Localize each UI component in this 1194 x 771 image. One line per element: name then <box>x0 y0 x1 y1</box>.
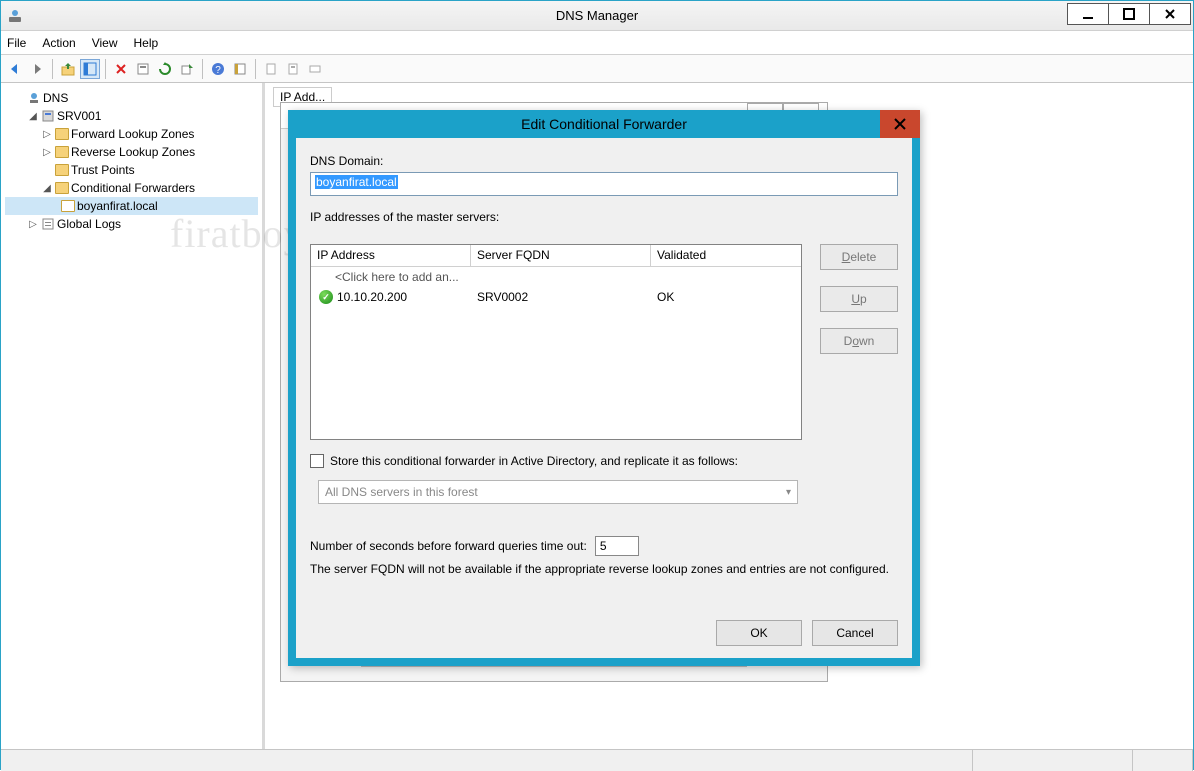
misc-icon-1[interactable] <box>261 59 281 79</box>
masters-label: IP addresses of the master servers: <box>310 210 898 224</box>
tree-server[interactable]: ◢ SRV001 <box>5 107 258 125</box>
cell-fqdn: SRV0002 <box>471 288 651 306</box>
refresh-icon[interactable] <box>155 59 175 79</box>
dialog-titlebar: Edit Conditional Forwarder <box>288 110 920 138</box>
tree-conditional-forwarders[interactable]: ◢ Conditional Forwarders <box>5 179 258 197</box>
tree-label: Reverse Lookup Zones <box>71 145 195 159</box>
show-hide-tree-icon[interactable] <box>80 59 100 79</box>
grid-data-row[interactable]: 10.10.20.200 SRV0002 OK <box>311 287 801 307</box>
filter-icon[interactable] <box>230 59 250 79</box>
window-title: DNS Manager <box>1 8 1193 23</box>
dialog-title: Edit Conditional Forwarder <box>521 116 687 132</box>
tree-label: Trust Points <box>71 163 135 177</box>
window-controls <box>1068 3 1191 25</box>
properties-icon[interactable] <box>133 59 153 79</box>
tree-label: Global Logs <box>57 217 121 231</box>
tree-cf-boyanfirat[interactable]: boyanfirat.local <box>5 197 258 215</box>
col-fqdn[interactable]: Server FQDN <box>471 245 651 266</box>
col-val[interactable]: Validated <box>651 245 801 266</box>
minimize-button[interactable] <box>1067 3 1109 25</box>
delete-button[interactable]: Delete <box>820 244 898 270</box>
masters-grid[interactable]: IP Address Server FQDN Validated <Click … <box>310 244 802 440</box>
store-in-ad-row[interactable]: Store this conditional forwarder in Acti… <box>310 454 738 468</box>
close-button[interactable] <box>1149 3 1191 25</box>
dns-domain-label: DNS Domain: <box>310 154 898 168</box>
forward-icon[interactable] <box>27 59 47 79</box>
tree-flz[interactable]: ▷ Forward Lookup Zones <box>5 125 258 143</box>
tree-rlz[interactable]: ▷ Reverse Lookup Zones <box>5 143 258 161</box>
misc-icon-2[interactable] <box>283 59 303 79</box>
menu-help[interactable]: Help <box>134 36 159 50</box>
help-icon[interactable]: ? <box>208 59 228 79</box>
timeout-label: Number of seconds before forward queries… <box>310 539 587 553</box>
tree-label: Conditional Forwarders <box>71 181 195 195</box>
toolbar: ? <box>1 55 1193 83</box>
dialog-close-button[interactable] <box>880 110 920 138</box>
up-button[interactable]: Up <box>820 286 898 312</box>
click-to-add[interactable]: <Click here to add an... <box>311 268 471 286</box>
chevron-down-icon: ▾ <box>786 487 791 498</box>
store-in-ad-checkbox[interactable] <box>310 454 324 468</box>
store-in-ad-label: Store this conditional forwarder in Acti… <box>330 454 738 468</box>
tree-global-logs[interactable]: ▷ Global Logs <box>5 215 258 233</box>
col-ip[interactable]: IP Address <box>311 245 471 266</box>
misc-icon-3[interactable] <box>305 59 325 79</box>
tree-dns-root[interactable]: DNS <box>5 89 258 107</box>
tree-label: DNS <box>43 91 68 105</box>
down-button[interactable]: Down <box>820 328 898 354</box>
replication-scope-select[interactable]: All DNS servers in this forest ▾ <box>318 480 798 504</box>
side-buttons: Delete Up Down <box>820 244 898 370</box>
ok-button[interactable]: OK <box>716 620 802 646</box>
menu-view[interactable]: View <box>92 36 118 50</box>
fqdn-note: The server FQDN will not be available if… <box>310 562 898 576</box>
tree-label: SRV001 <box>57 109 101 123</box>
export-icon[interactable] <box>177 59 197 79</box>
cell-ip: 10.10.20.200 <box>337 290 407 304</box>
titlebar: DNS Manager <box>1 1 1193 31</box>
cell-validated: OK <box>651 288 801 306</box>
menu-action[interactable]: Action <box>42 36 75 50</box>
dns-domain-input[interactable]: boyanfirat.local <box>310 172 898 196</box>
grid-header: IP Address Server FQDN Validated <box>311 245 801 267</box>
maximize-button[interactable] <box>1108 3 1150 25</box>
dns-domain-value: boyanfirat.local <box>315 175 398 189</box>
validated-ok-icon <box>319 290 333 304</box>
back-icon[interactable] <box>5 59 25 79</box>
tree-label: boyanfirat.local <box>77 199 158 213</box>
tree-label: Forward Lookup Zones <box>71 127 194 141</box>
tree-pane[interactable]: DNS ◢ SRV001 ▷ Forward Lookup Zones ▷ Re… <box>1 83 265 749</box>
menu-file[interactable]: File <box>7 36 26 50</box>
menubar: File Action View Help <box>1 31 1193 55</box>
delete-icon[interactable] <box>111 59 131 79</box>
replication-scope-value: All DNS servers in this forest <box>325 485 478 499</box>
cancel-button[interactable]: Cancel <box>812 620 898 646</box>
svg-text:?: ? <box>215 65 221 76</box>
statusbar <box>1 749 1193 771</box>
tree-trust-points[interactable]: Trust Points <box>5 161 258 179</box>
up-icon[interactable] <box>58 59 78 79</box>
grid-add-row[interactable]: <Click here to add an... <box>311 267 801 287</box>
edit-conditional-forwarder-dialog: Edit Conditional Forwarder DNS Domain: b… <box>288 110 920 666</box>
timeout-input[interactable] <box>595 536 639 556</box>
